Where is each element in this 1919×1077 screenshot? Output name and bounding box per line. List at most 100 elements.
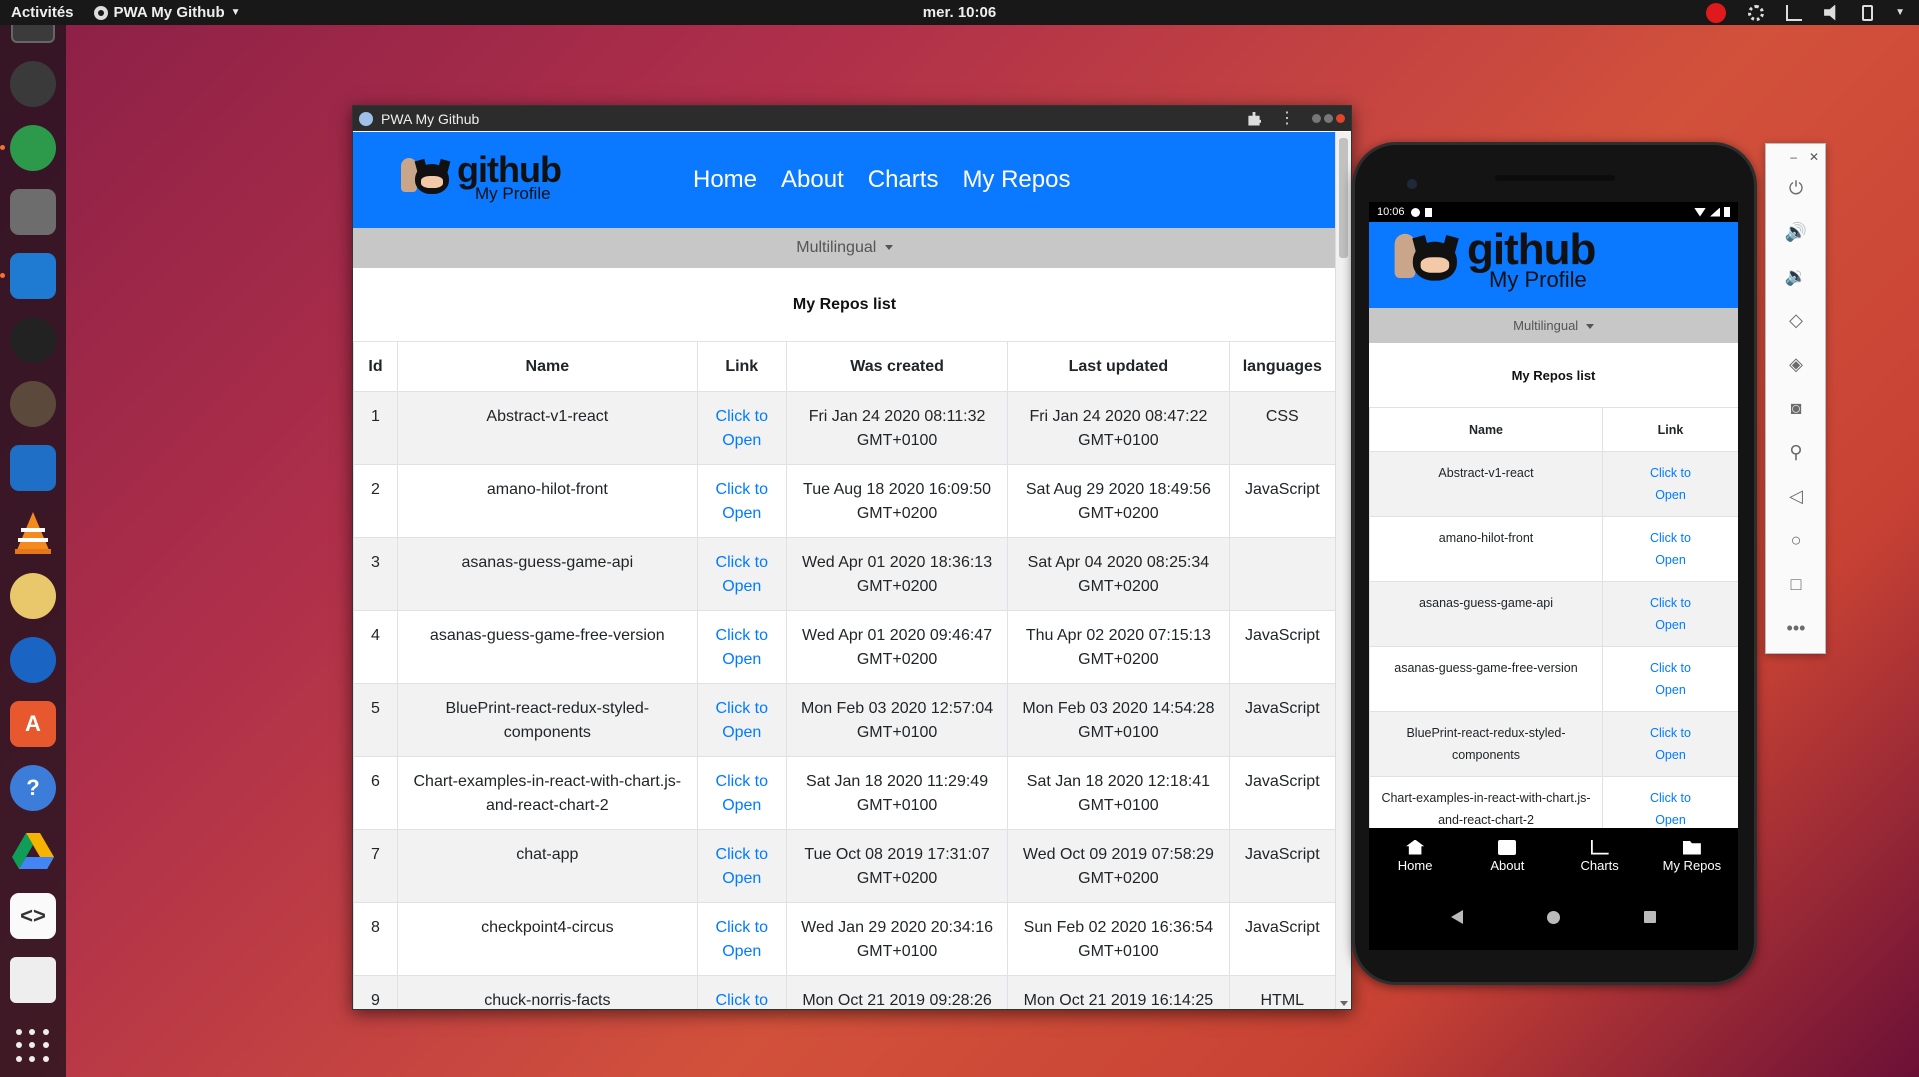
open-repo-link[interactable]: Click toOpen — [716, 700, 768, 741]
volume-icon[interactable] — [1824, 4, 1836, 21]
archive-manager-icon[interactable] — [10, 189, 56, 235]
scroll-down-arrow-icon[interactable] — [1340, 1001, 1348, 1006]
cell-created: Sat Jan 18 2020 11:29:49 GMT+0100 — [785, 756, 1009, 830]
vertical-scrollbar[interactable] — [1335, 132, 1351, 1009]
battery-icon[interactable] — [1862, 4, 1874, 21]
toolbar-close-icon[interactable]: ✕ — [1809, 150, 1819, 164]
gimp-icon[interactable] — [10, 381, 56, 427]
android-nav-bar — [1369, 884, 1738, 950]
earpiece-speaker — [1495, 175, 1615, 181]
mobile-app-logo[interactable]: github My Profile — [1394, 228, 1596, 291]
system-tray: ▼ — [1706, 2, 1905, 23]
open-repo-link[interactable]: Click toOpen — [1650, 791, 1691, 827]
open-repo-link[interactable]: Click toOpen — [716, 408, 768, 449]
rotate-left-icon[interactable]: ◇ — [1786, 310, 1806, 330]
column-header-link: Link — [696, 341, 787, 392]
cell-id: 4 — [353, 610, 399, 684]
open-repo-link[interactable]: Click toOpen — [716, 481, 768, 522]
android-studio-icon[interactable] — [0, 125, 56, 171]
vscode-icon[interactable] — [0, 253, 56, 299]
software-center-icon[interactable]: A — [10, 701, 56, 747]
nav-home[interactable]: Home — [693, 166, 757, 194]
app-logo[interactable]: github My Profile — [401, 152, 562, 202]
table-row: 4 asanas-guess-game-free-version Click to O… — [353, 610, 1336, 684]
back-icon[interactable]: ◁ — [1786, 486, 1806, 506]
inkscape-icon[interactable] — [10, 317, 56, 363]
volume-down-icon[interactable]: 🔉 — [1785, 266, 1807, 286]
column-header-name: Name — [397, 341, 698, 392]
cell-link: Click toOpen — [696, 391, 787, 465]
record-icon[interactable] — [1706, 2, 1727, 23]
files-launcher-icon[interactable] — [11, 25, 55, 43]
open-repo-link[interactable]: Click toOpen — [716, 554, 768, 595]
language-bar: Multilingual — [353, 228, 1336, 268]
open-repo-link[interactable]: Click toOpen — [716, 992, 768, 1009]
evolution-icon[interactable] — [10, 957, 56, 1003]
maximize-button[interactable] — [1324, 114, 1333, 123]
chevron-down-icon[interactable]: ▼ — [1895, 7, 1905, 18]
open-repo-link[interactable]: Click toOpen — [716, 773, 768, 814]
open-repo-link[interactable]: Click toOpen — [1650, 596, 1691, 632]
mobile-language-dropdown[interactable]: Multilingual — [1513, 318, 1594, 333]
network-icon[interactable] — [1786, 4, 1803, 21]
minimize-button[interactable] — [1312, 114, 1321, 123]
app-menu[interactable]: PWA My Github ▼ — [93, 4, 241, 21]
tab-charts[interactable]: Charts — [1554, 828, 1646, 884]
tab-about[interactable]: About — [1461, 828, 1553, 884]
open-repo-link[interactable]: Click toOpen — [716, 846, 768, 887]
camera-icon[interactable]: ◙ — [1786, 398, 1806, 418]
toolbar-minimize-icon[interactable]: – — [1790, 150, 1797, 164]
show-applications-icon[interactable] — [16, 1029, 50, 1063]
open-repo-link[interactable]: Click toOpen — [716, 919, 768, 960]
cell-created: Tue Aug 18 2020 16:09:50 GMT+0200 — [785, 464, 1009, 538]
volume-up-icon[interactable]: 🔊 — [1785, 222, 1807, 242]
tab-home[interactable]: Home — [1369, 828, 1461, 884]
home-icon[interactable]: ○ — [1786, 530, 1806, 550]
tab-my-repos[interactable]: My Repos — [1646, 828, 1738, 884]
cell-id: 8 — [353, 902, 399, 976]
nav-my-repos[interactable]: My Repos — [962, 166, 1070, 194]
power-icon[interactable]: ⏻ — [1786, 178, 1806, 198]
clock[interactable]: mer. 10:06 — [923, 4, 996, 21]
sync-icon — [1410, 207, 1420, 217]
code-app-icon[interactable]: <> — [10, 893, 56, 939]
help-icon[interactable]: ? — [10, 765, 56, 811]
close-button[interactable] — [1336, 114, 1345, 123]
writer-icon[interactable] — [10, 445, 56, 491]
cell-updated: Mon Oct 21 2019 16:14:25GMT+0200 — [1007, 975, 1230, 1009]
overview-icon[interactable]: □ — [1786, 574, 1806, 594]
open-repo-link[interactable]: Click toOpen — [716, 627, 768, 668]
language-dropdown[interactable]: Multilingual — [796, 239, 893, 257]
window-titlebar[interactable]: PWA My Github ⋮ — [353, 106, 1351, 131]
rotate-right-icon[interactable]: ◈ — [1786, 354, 1806, 374]
language-dropdown-label: Multilingual — [1513, 318, 1579, 333]
open-repo-link[interactable]: Click toOpen — [1650, 661, 1691, 697]
zoom-icon[interactable]: ⚲ — [1786, 442, 1806, 462]
owl-app-icon[interactable] — [10, 61, 56, 107]
table-row: 9chuck-norris-facts Click toOpen Mon Oct 2… — [353, 975, 1336, 1009]
android-home-icon[interactable] — [1547, 910, 1560, 924]
open-repo-link[interactable]: Click toOpen — [1650, 531, 1691, 567]
more-menu-icon[interactable]: ⋮ — [1279, 110, 1295, 127]
rhythmbox-icon[interactable] — [10, 573, 56, 619]
google-drive-icon[interactable] — [10, 829, 56, 875]
extension-icon[interactable] — [1248, 111, 1261, 126]
nav-about[interactable]: About — [781, 166, 844, 194]
activities-button[interactable]: Activités — [11, 4, 74, 21]
octocat-icon — [1394, 233, 1462, 291]
scrollbar-thumb[interactable] — [1339, 138, 1348, 258]
tab-label: Home — [1397, 857, 1433, 873]
android-recents-icon[interactable] — [1644, 911, 1656, 923]
vlc-icon[interactable] — [10, 509, 56, 555]
open-repo-link[interactable]: Click toOpen — [1650, 726, 1691, 762]
front-camera — [1407, 179, 1417, 189]
more-icon[interactable]: ••• — [1786, 618, 1806, 638]
cell-link: Click toOpen — [696, 683, 787, 757]
cell-created: Tue Oct 08 2019 17:31:07 GMT+0200 — [785, 829, 1009, 903]
open-repo-link[interactable]: Click toOpen — [1650, 466, 1691, 502]
settings-applet-icon[interactable] — [1748, 4, 1765, 21]
nav-charts[interactable]: Charts — [868, 166, 939, 194]
thunderbird-icon[interactable] — [10, 637, 56, 683]
android-back-icon[interactable] — [1451, 910, 1463, 924]
cell-name: Abstract-v1-react — [1369, 451, 1603, 517]
